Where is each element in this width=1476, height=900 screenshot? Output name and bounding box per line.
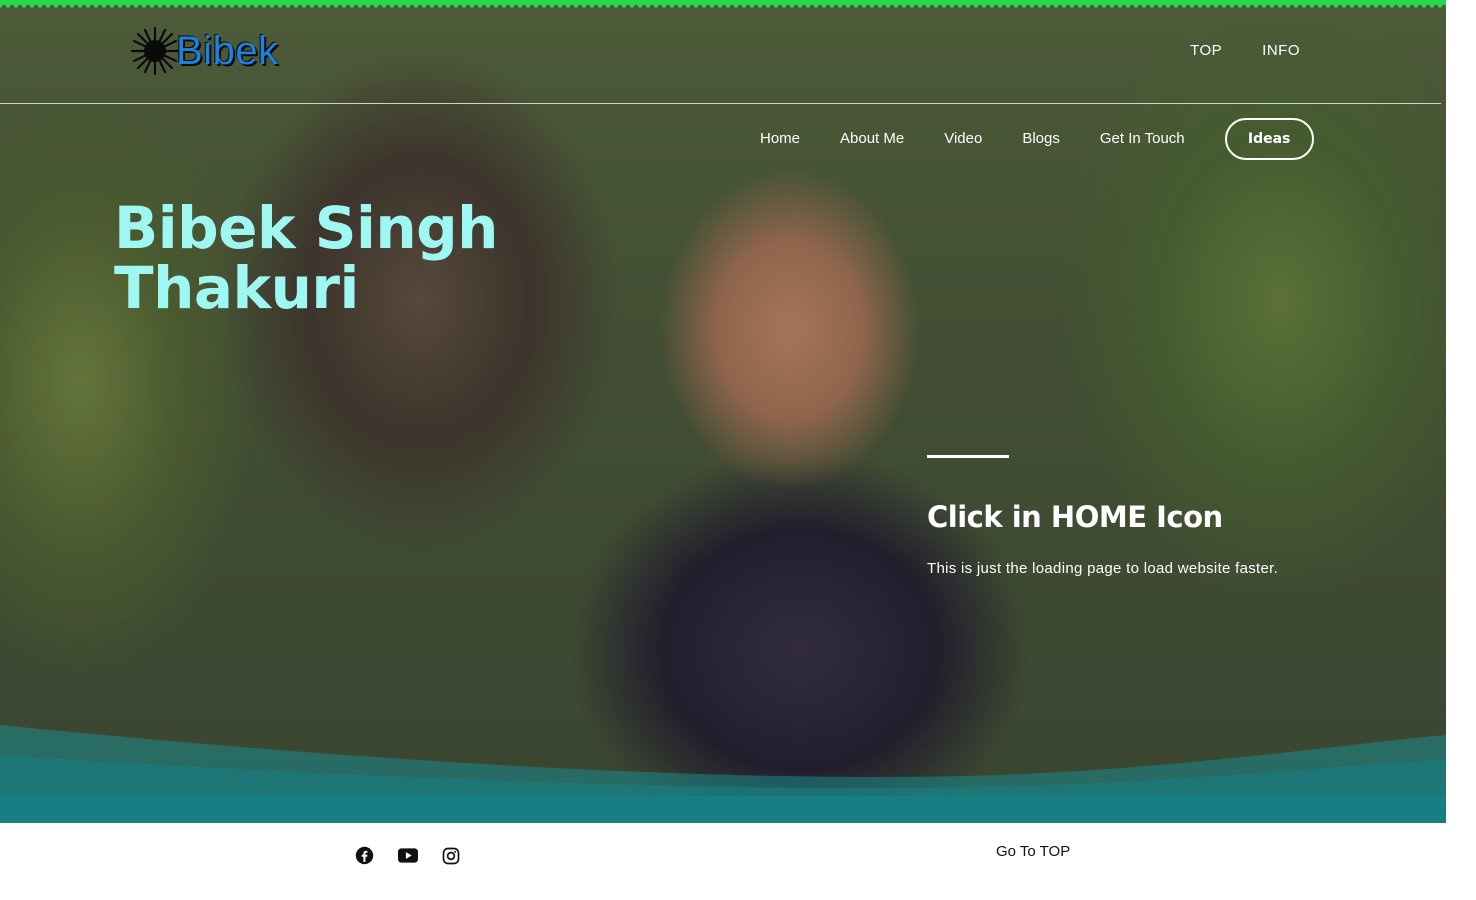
hero-description: This is just the loading page to load we… [927, 560, 1279, 577]
hero-subheading: Click in HOME Icon [927, 500, 1223, 534]
main-nav: Home About Me Video Blogs Get In Touch I… [760, 118, 1314, 160]
facebook-icon[interactable] [354, 845, 375, 866]
hero-title: Bibek Singh Thakuri [114, 198, 514, 318]
site-logo[interactable]: Bibek [130, 24, 290, 78]
hero-title-line-2: Thakuri [114, 254, 359, 322]
header-divider [0, 103, 1441, 104]
instagram-icon[interactable] [440, 845, 461, 866]
social-links [354, 845, 461, 866]
logo-star-icon [130, 26, 180, 76]
go-to-top-link[interactable]: Go To TOP [996, 843, 1070, 860]
nav-home[interactable]: Home [760, 118, 800, 160]
accent-line [927, 455, 1009, 458]
ideas-button[interactable]: Ideas [1224, 118, 1314, 160]
teal-band [0, 796, 1446, 823]
hero-title-line-1: Bibek Singh [114, 194, 498, 262]
footer: Go To TOP [0, 823, 1476, 900]
nav-video[interactable]: Video [944, 118, 982, 160]
youtube-icon[interactable] [397, 845, 418, 866]
nav-about-me[interactable]: About Me [840, 118, 904, 160]
top-links: TOP INFO [1190, 42, 1300, 59]
hero-section: Bibek TOP INFO Home About Me Video Blogs… [0, 0, 1446, 823]
top-link-top[interactable]: TOP [1190, 42, 1222, 59]
nav-get-in-touch[interactable]: Get In Touch [1100, 118, 1185, 160]
top-zigzag-border [0, 0, 1446, 9]
logo-text: Bibek [176, 28, 279, 73]
top-link-info[interactable]: INFO [1262, 42, 1300, 59]
nav-blogs[interactable]: Blogs [1022, 118, 1060, 160]
hero-wave-divider [0, 725, 1446, 797]
